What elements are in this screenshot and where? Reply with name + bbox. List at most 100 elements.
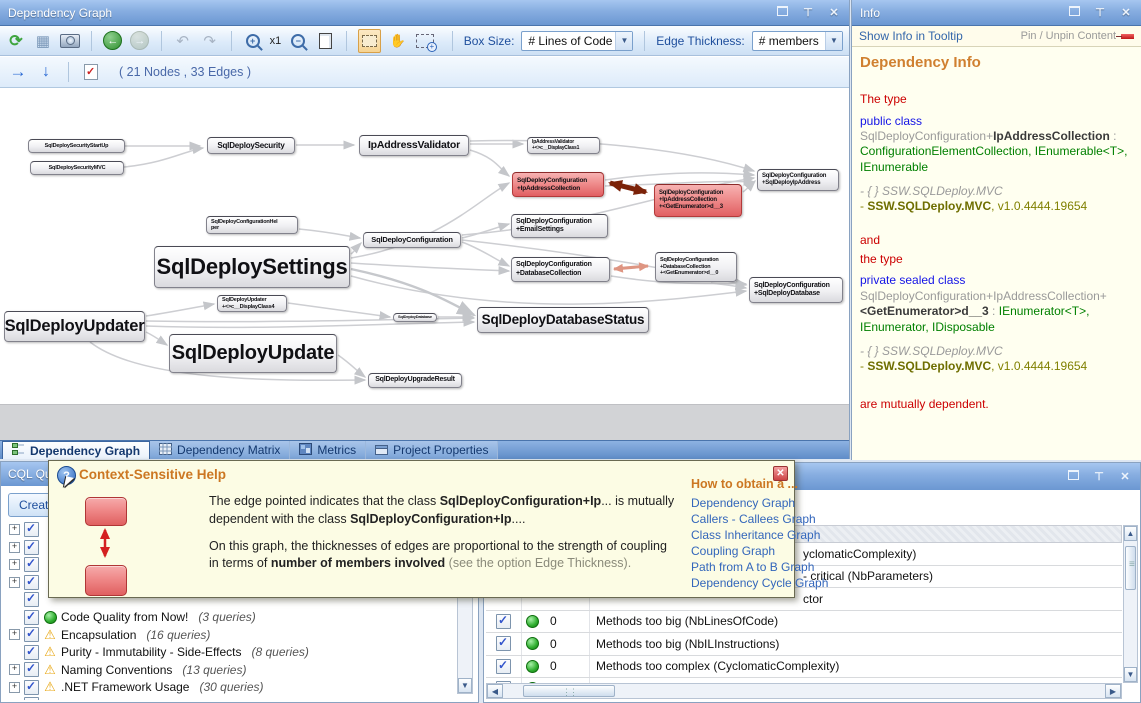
zoom-area-tool-button[interactable]: [415, 30, 435, 52]
graph-node-SqlDeployUpdate[interactable]: SqlDeployUpdate: [169, 334, 337, 373]
expander-icon[interactable]: +: [9, 559, 20, 570]
graph-node-SqlDeployConfiguration-SqlDeployDatabase[interactable]: SqlDeployConfiguration+SqlDeployDatabase: [749, 277, 843, 303]
query-checkbox[interactable]: [24, 575, 39, 590]
graph-node-IpAddressValidator-DisplayClass1[interactable]: IpAddressValidator+<>c__DisplayClass1: [527, 137, 600, 154]
zoom-in-button[interactable]: +: [243, 30, 263, 52]
help-link-coupling-graph[interactable]: Coupling Graph: [691, 543, 791, 559]
query-group-row[interactable]: +Code Quality from Now!(3 queries): [3, 609, 455, 627]
fit-page-button[interactable]: [315, 30, 335, 52]
pin-icon[interactable]: ⊤: [1092, 470, 1106, 483]
result-checkbox[interactable]: [496, 659, 511, 674]
scroll-left-icon[interactable]: ◀: [487, 684, 503, 698]
layout-direction-down-button[interactable]: ↓: [36, 61, 56, 83]
graph-node-SqlDeploySecurity[interactable]: SqlDeploySecurity: [207, 137, 295, 154]
tab-dependency-matrix[interactable]: Dependency Matrix: [150, 441, 290, 459]
expander-icon[interactable]: +: [9, 542, 20, 553]
help-link-class-inheritance-graph[interactable]: Class Inheritance Graph: [691, 527, 791, 543]
graph-node-SqlDeployDatabase[interactable]: SqlDeployDatabase: [393, 313, 437, 322]
pin-unpin-content-link[interactable]: Pin / Unpin Content: [1021, 30, 1116, 42]
query-group-row[interactable]: +⚠Encapsulation(16 queries): [3, 626, 455, 644]
query-checkbox[interactable]: [24, 557, 39, 572]
query-group-row[interactable]: +⚠.NET Framework Usage(30 queries): [3, 679, 455, 697]
expander-icon[interactable]: +: [9, 682, 20, 693]
graph-node-SqlDeployConfiguration-DatabaseCollection[interactable]: SqlDeployConfiguration+DatabaseCollectio…: [511, 257, 610, 282]
refresh-layout-button[interactable]: ⟳: [6, 30, 26, 52]
help-link-path-from-a-to-b-graph[interactable]: Path from A to B Graph: [691, 559, 791, 575]
close-icon[interactable]: ✕: [1119, 6, 1133, 19]
validate-button[interactable]: [81, 61, 101, 83]
graph-node-SqlDeployConfiguration-SqlDeployIpAddress[interactable]: SqlDeployConfiguration+SqlDeployIpAddres…: [757, 169, 839, 191]
scroll-up-icon[interactable]: ▲: [1124, 526, 1137, 541]
box-size-dropdown[interactable]: # Lines of Code ▼: [521, 31, 633, 51]
result-checkbox[interactable]: [496, 614, 511, 629]
pin-icon[interactable]: ⊤: [1093, 6, 1107, 19]
layout-direction-right-button[interactable]: →: [8, 61, 28, 83]
result-checkbox[interactable]: [496, 636, 511, 651]
graph-node-SqlDeployConfiguration-IpAddressCollection-GetEnumerator-d3[interactable]: SqlDeployConfiguration+IpAddressCollecti…: [654, 184, 742, 217]
minimize-icon[interactable]: [1067, 6, 1081, 19]
help-link-dependency-graph[interactable]: Dependency Graph: [691, 495, 791, 511]
query-checkbox[interactable]: [24, 592, 39, 607]
scroll-down-icon[interactable]: ▼: [458, 678, 472, 693]
graph-node-SqlDeploySecurityStartUp[interactable]: SqlDeploySecurityStartUp: [28, 139, 125, 153]
graph-node-SqlDeployUpdater-DisplayClass4[interactable]: SqlDeployUpdater+<>c__DisplayClass4: [217, 295, 287, 312]
undo-button[interactable]: ↶: [173, 30, 193, 52]
graph-node-SqlDeploySecurityMVC[interactable]: SqlDeploySecurityMVC: [30, 161, 124, 175]
query-checkbox[interactable]: [24, 697, 39, 700]
select-tool-button[interactable]: [358, 29, 381, 53]
forward-button[interactable]: →: [130, 30, 150, 52]
query-checkbox[interactable]: [24, 662, 39, 677]
graph-node-SqlDeployUpdater[interactable]: SqlDeployUpdater: [4, 311, 145, 342]
query-checkbox[interactable]: [24, 680, 39, 695]
close-icon[interactable]: ✕: [1118, 470, 1132, 483]
zoom-out-button[interactable]: −: [288, 30, 308, 52]
export-button[interactable]: ▦: [33, 30, 53, 52]
help-link-callers---callees-graph[interactable]: Callers - Callees Graph: [691, 511, 791, 527]
help-link-dependency-cycle-graph[interactable]: Dependency Cycle Graph: [691, 575, 791, 591]
close-icon[interactable]: ✕: [827, 6, 841, 19]
expander-icon[interactable]: +: [9, 577, 20, 588]
result-row[interactable]: 0Methods too big (NbILInstructions): [486, 633, 1122, 656]
pin-icon[interactable]: ⊤: [801, 6, 815, 19]
query-checkbox[interactable]: [24, 540, 39, 555]
graph-node-SqlDeployConfiguration-IpAddressCollection[interactable]: SqlDeployConfiguration+IpAddressCollecti…: [512, 172, 604, 197]
query-checkbox[interactable]: [24, 645, 39, 660]
scrollbar-thumb[interactable]: [1125, 546, 1136, 590]
graph-node-SqlDeployConfiguration-DatabaseCollection-GetEnumerator-d0[interactable]: SqlDeployConfiguration+DatabaseCollectio…: [655, 252, 737, 282]
graph-node-SqlDeployConfiguration-EmailSettings[interactable]: SqlDeployConfiguration+EmailSettings: [511, 214, 608, 238]
result-row[interactable]: 0Methods too big (NbLinesOfCode): [486, 611, 1122, 634]
query-group-row[interactable]: +⚠Naming Conventions(13 queries): [3, 661, 455, 679]
minimize-icon[interactable]: [775, 6, 789, 19]
mutual-edge-database-collection[interactable]: [614, 266, 648, 269]
back-button[interactable]: ←: [103, 30, 123, 52]
query-checkbox[interactable]: [24, 627, 39, 642]
edge-thickness-dropdown[interactable]: # members ▼: [752, 31, 843, 51]
graph-node-IpAddressValidator[interactable]: IpAddressValidator: [359, 135, 469, 156]
screenshot-button[interactable]: [60, 30, 80, 52]
results-horizontal-scrollbar[interactable]: ◀ ▶: [486, 683, 1122, 699]
tab-metrics[interactable]: Metrics: [290, 441, 366, 459]
graph-node-SqlDeploySettings[interactable]: SqlDeploySettings: [154, 246, 350, 288]
graph-canvas[interactable]: SqlDeploySecurityStartUp SqlDeploySecurit…: [0, 88, 849, 440]
pushpin-icon[interactable]: [1121, 34, 1134, 39]
redo-button[interactable]: ↷: [200, 30, 220, 52]
graph-node-SqlDeployConfiguration[interactable]: SqlDeployConfiguration: [363, 232, 461, 248]
minimize-icon[interactable]: [1066, 470, 1080, 483]
expander-icon[interactable]: +: [9, 664, 20, 675]
graph-node-SqlDeployUpgradeResult[interactable]: SqlDeployUpgradeResult: [368, 373, 462, 388]
query-checkbox[interactable]: [24, 522, 39, 537]
scroll-right-icon[interactable]: ▶: [1105, 684, 1121, 698]
tab-project-properties[interactable]: Project Properties: [366, 441, 498, 459]
expander-icon[interactable]: +: [9, 524, 20, 535]
scrollbar-thumb[interactable]: [523, 685, 615, 697]
query-group-row[interactable]: +Statistics(12 queries): [3, 696, 455, 700]
result-row[interactable]: 0Methods too complex (CyclomaticComplexi…: [486, 656, 1122, 679]
show-info-in-tooltip-link[interactable]: Show Info in Tooltip: [859, 29, 963, 43]
graph-node-SqlDeployConfigurationHelper[interactable]: SqlDeployConfigurationHelper: [206, 216, 298, 234]
pan-tool-button[interactable]: ✋: [388, 30, 408, 52]
scroll-down-icon[interactable]: ▼: [1124, 667, 1137, 682]
expander-icon[interactable]: +: [9, 629, 20, 640]
query-group-row[interactable]: +⚠Purity - Immutability - Side-Effects(8…: [3, 644, 455, 662]
tab-dependency-graph[interactable]: Dependency Graph: [2, 441, 150, 459]
results-vertical-scrollbar[interactable]: ▲ ▼: [1123, 525, 1138, 683]
